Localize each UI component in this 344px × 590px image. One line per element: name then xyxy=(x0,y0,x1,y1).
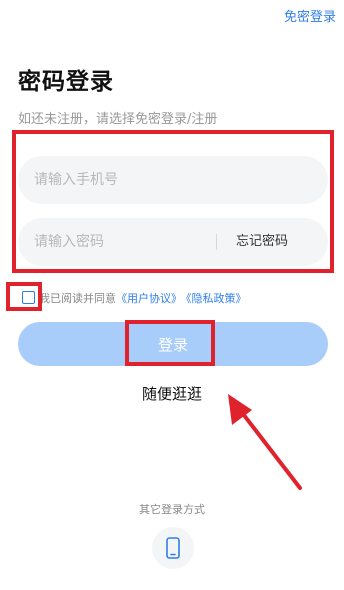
user-agreement-link[interactable]: 《用户协议》 xyxy=(116,292,182,305)
browse-as-guest-link[interactable]: 随便逛逛 xyxy=(0,383,344,404)
highlight-frame-credentials xyxy=(12,130,334,273)
highlight-frame-login xyxy=(125,320,215,366)
phone-login-button[interactable] xyxy=(152,527,194,569)
other-login-methods-label: 其它登录方式 xyxy=(139,503,205,516)
login-screen: 免密登录 密码登录 如还未注册，请选择免密登录/注册 忘记密码 我已阅读并同意《… xyxy=(0,0,344,590)
privacy-policy-link[interactable]: 《隐私政策》 xyxy=(186,292,247,305)
highlight-frame-checkbox xyxy=(6,282,42,311)
page-subtitle: 如还未注册，请选择免密登录/注册 xyxy=(18,112,218,127)
phone-icon xyxy=(166,537,180,559)
page-title: 密码登录 xyxy=(18,69,114,95)
agreement-prefix: 我已阅读并同意 xyxy=(39,292,116,305)
agreement-text: 我已阅读并同意《用户协议》 《隐私政策》 xyxy=(39,290,247,306)
passwordless-login-link[interactable]: 免密登录 xyxy=(284,6,336,25)
